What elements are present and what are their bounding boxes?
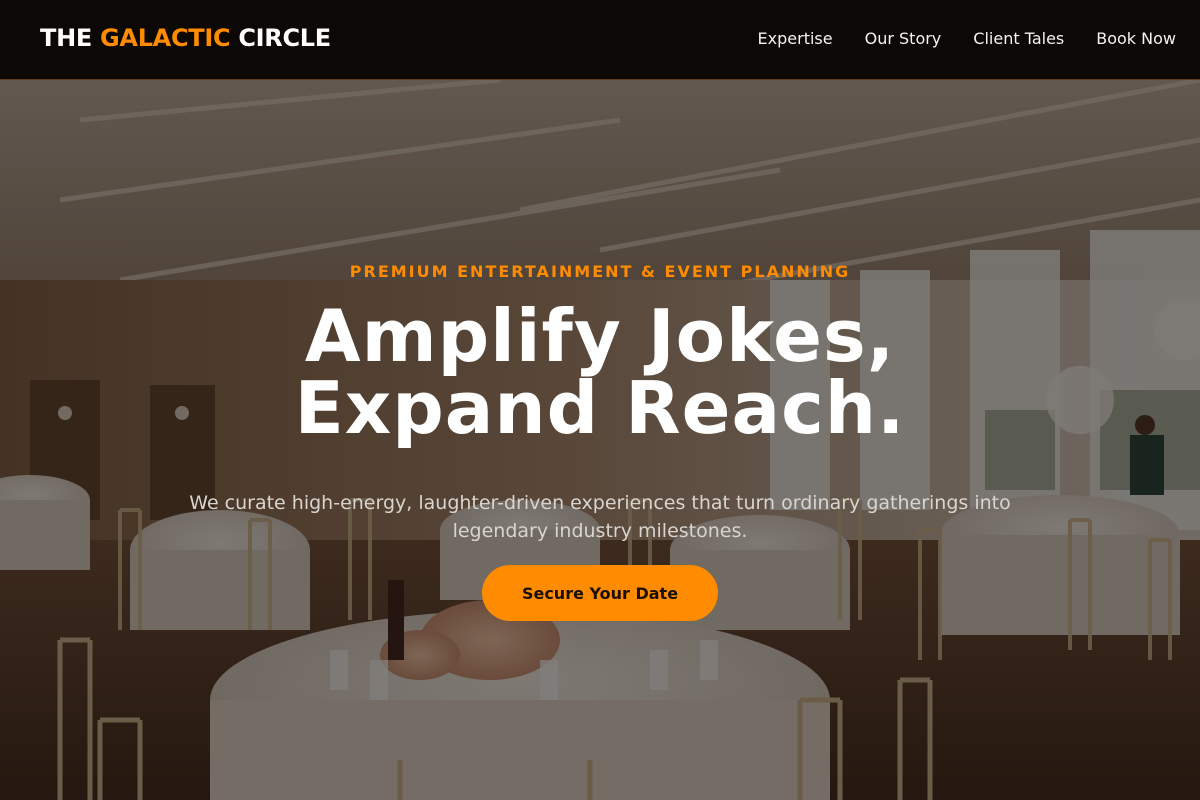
nav-link-client-tales[interactable]: Client Tales (973, 29, 1064, 48)
logo-suffix: CIRCLE (238, 24, 331, 52)
hero-section: PREMIUM ENTERTAINMENT & EVENT PLANNING A… (0, 80, 1200, 800)
headline-line-1: Amplify Jokes, (304, 294, 896, 378)
nav-link-book-now[interactable]: Book Now (1096, 29, 1176, 48)
hero-content: PREMIUM ENTERTAINMENT & EVENT PLANNING A… (0, 80, 1200, 800)
hero-eyebrow: PREMIUM ENTERTAINMENT & EVENT PLANNING (349, 262, 851, 281)
logo-accent: GALACTIC (100, 24, 231, 52)
main-nav: Expertise Our Story Client Tales Book No… (758, 29, 1176, 48)
logo-prefix: THE (40, 24, 92, 52)
nav-link-expertise[interactable]: Expertise (758, 29, 833, 48)
hero-subtext: We curate high-energy, laughter-driven e… (189, 492, 1011, 542)
nav-link-our-story[interactable]: Our Story (865, 29, 942, 48)
secure-your-date-button[interactable]: Secure Your Date (482, 565, 718, 621)
headline-line-2: Expand Reach. (294, 366, 906, 450)
site-header: THE GALACTIC CIRCLE Expertise Our Story … (0, 0, 1200, 80)
hero-headline: Amplify Jokes, Expand Reach. (0, 300, 1200, 444)
site-logo[interactable]: THE GALACTIC CIRCLE (40, 24, 331, 52)
